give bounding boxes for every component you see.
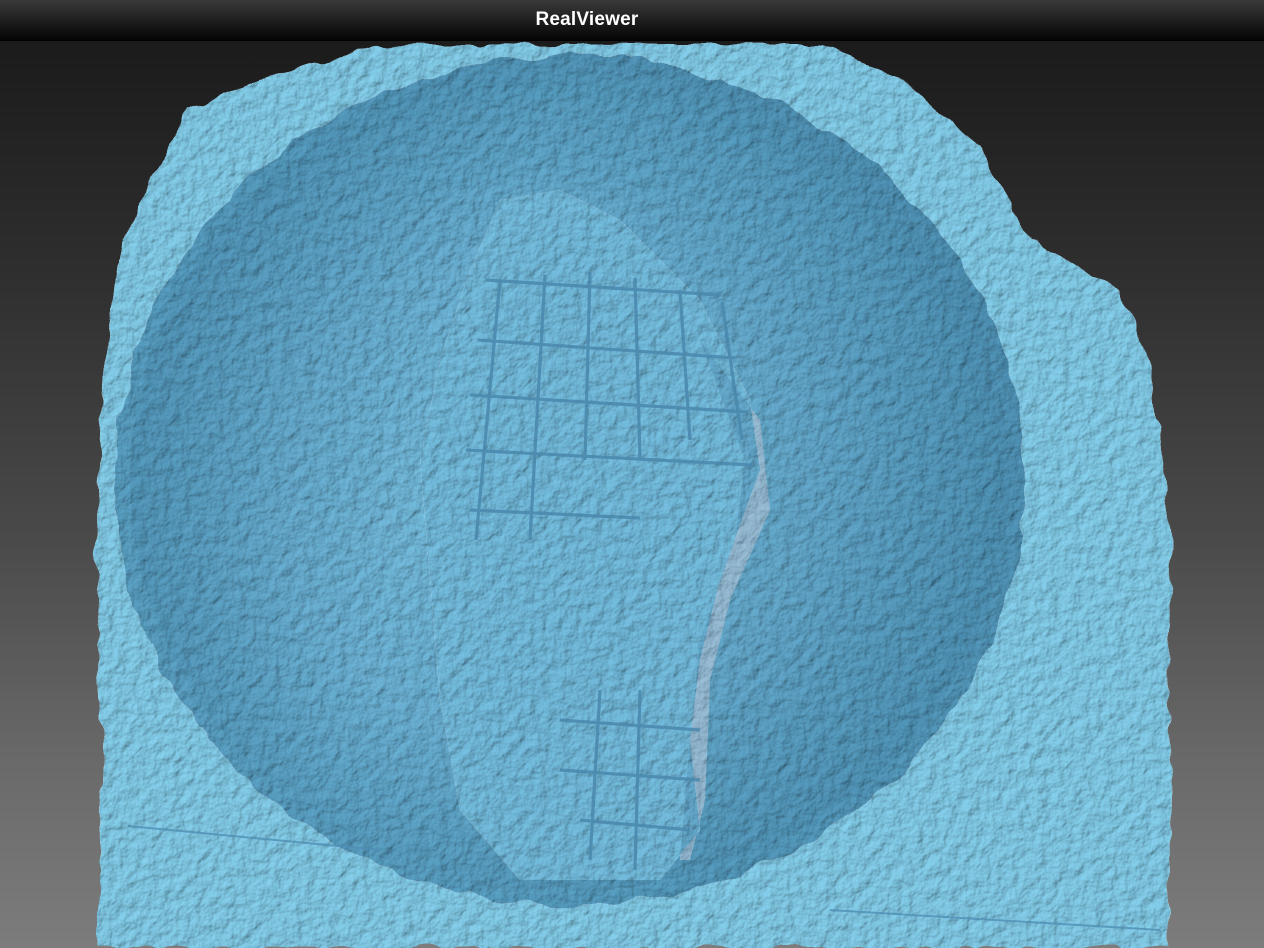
window-title: RealViewer [535, 9, 639, 30]
scan-render[interactable] [0, 40, 1264, 948]
app-window: RealViewer [0, 0, 1264, 948]
title-bar[interactable]: RealViewer [0, 0, 1264, 41]
3d-viewport[interactable] [0, 40, 1264, 948]
